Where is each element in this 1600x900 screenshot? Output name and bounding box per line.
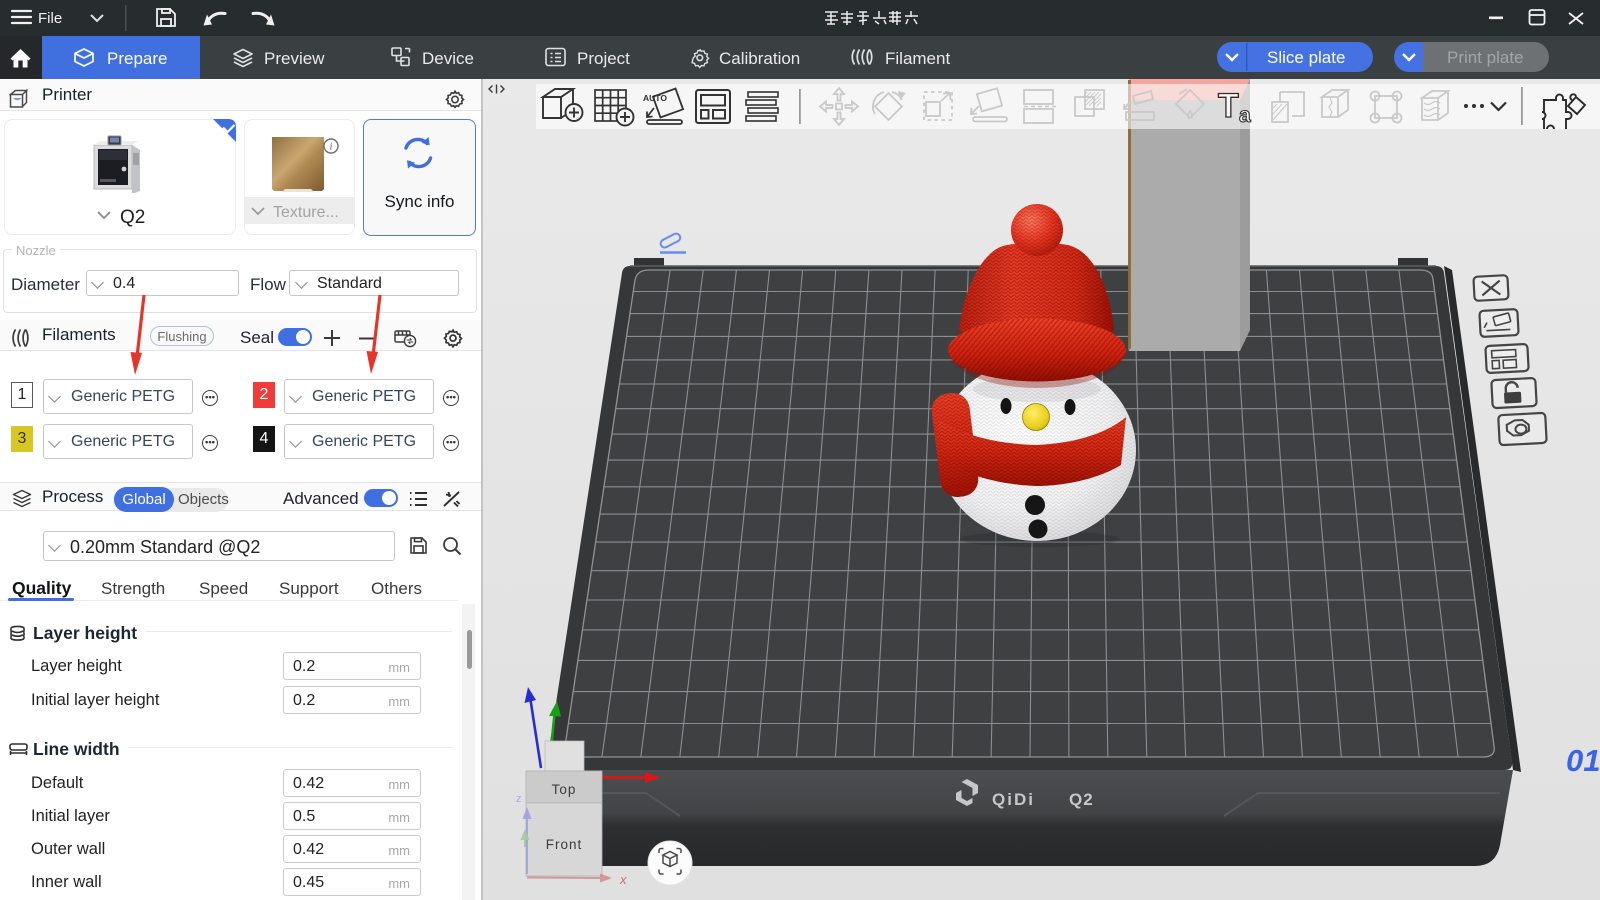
svg-text:Texture...: Texture...: [273, 204, 339, 221]
svg-text:Front: Front: [546, 837, 583, 852]
svg-text:01: 01: [1566, 743, 1600, 778]
svg-text:Prepare: Prepare: [107, 49, 167, 68]
svg-text:x: x: [619, 872, 627, 887]
svg-text:Project: Project: [577, 49, 630, 68]
svg-text:z: z: [516, 793, 522, 805]
svg-text:Print plate: Print plate: [1447, 48, 1524, 67]
svg-text:a: a: [1239, 104, 1251, 127]
svg-text:T: T: [1218, 87, 1239, 125]
svg-text:Top: Top: [552, 782, 577, 797]
svg-text:Slice plate: Slice plate: [1267, 48, 1345, 67]
svg-text:i: i: [330, 142, 333, 153]
svg-text:Q2: Q2: [120, 207, 145, 228]
svg-text:File: File: [38, 10, 62, 27]
svg-text:QiDi: QiDi: [992, 790, 1035, 809]
svg-text:Filament: Filament: [885, 49, 950, 68]
svg-text:Calibration: Calibration: [719, 49, 800, 68]
svg-text:Q2: Q2: [1069, 790, 1094, 809]
svg-text:Preview: Preview: [264, 49, 325, 68]
svg-text:Device: Device: [422, 49, 474, 68]
